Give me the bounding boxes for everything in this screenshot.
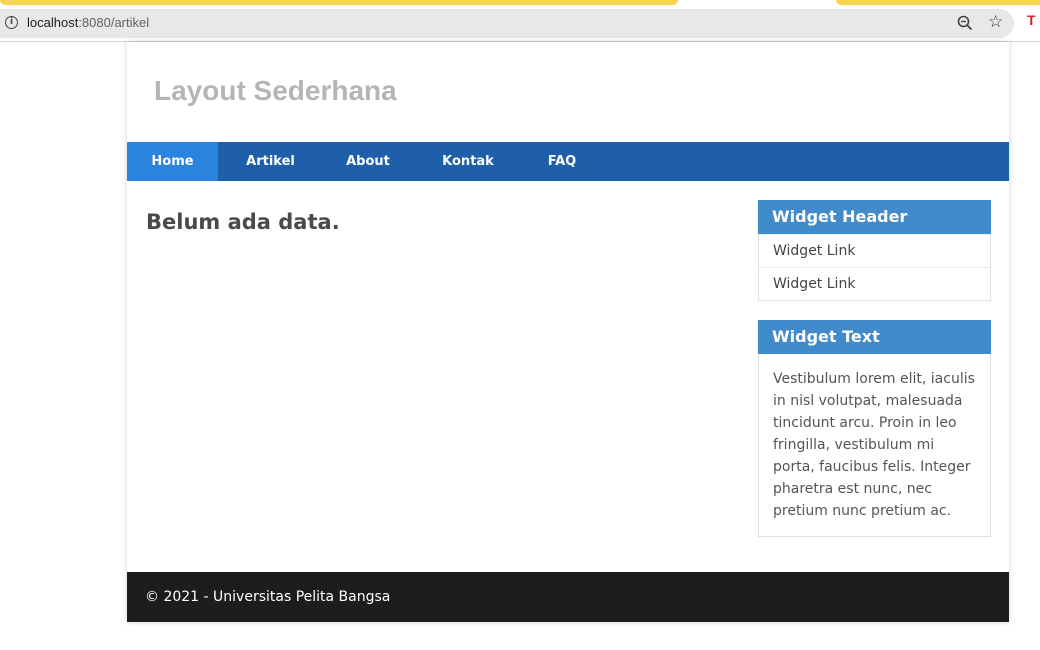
nav-item-artikel[interactable]: Artikel	[218, 142, 323, 181]
widget-text: Widget Text Vestibulum lorem elit, iacul…	[758, 320, 991, 537]
nav-item-kontak[interactable]: Kontak	[413, 142, 523, 181]
url-text[interactable]: localhost:8080/artikel	[27, 15, 149, 30]
site-header: Layout Sederhana	[127, 42, 1009, 142]
zoom-out-icon[interactable]	[957, 15, 973, 31]
empty-data-message: Belum ada data.	[146, 210, 340, 234]
site-title: Layout Sederhana	[154, 75, 397, 106]
url-host: localhost	[27, 15, 79, 30]
extension-icon[interactable]: T	[1027, 12, 1036, 28]
active-tab-indicator[interactable]	[0, 0, 678, 5]
widget-link[interactable]: Widget Link	[759, 234, 990, 267]
widget-link[interactable]: Widget Link	[759, 267, 990, 300]
main-nav: Home Artikel About Kontak FAQ	[127, 142, 1009, 181]
info-icon[interactable]: i	[5, 16, 18, 29]
nav-item-home[interactable]: Home	[127, 142, 218, 181]
tab-strip	[0, 0, 1040, 6]
address-bar[interactable]: i localhost:8080/artikel ☆	[0, 9, 1014, 38]
url-path: :8080/artikel	[78, 15, 150, 30]
widget-text-body: Vestibulum lorem elit, iaculis in nisl v…	[773, 371, 975, 519]
site-footer: © 2021 - Universitas Pelita Bangsa	[127, 572, 1009, 622]
page-container: Layout Sederhana Home Artikel About Kont…	[127, 42, 1009, 622]
widget-text-title: Widget Text	[758, 320, 991, 354]
nav-item-faq[interactable]: FAQ	[523, 142, 601, 181]
widget-links: Widget Header Widget Link Widget Link	[758, 200, 991, 301]
widget-header-title: Widget Header	[758, 200, 991, 234]
bookmark-star-icon[interactable]: ☆	[988, 13, 1003, 31]
tab-indicator[interactable]	[836, 0, 1040, 5]
nav-item-about[interactable]: About	[323, 142, 413, 181]
